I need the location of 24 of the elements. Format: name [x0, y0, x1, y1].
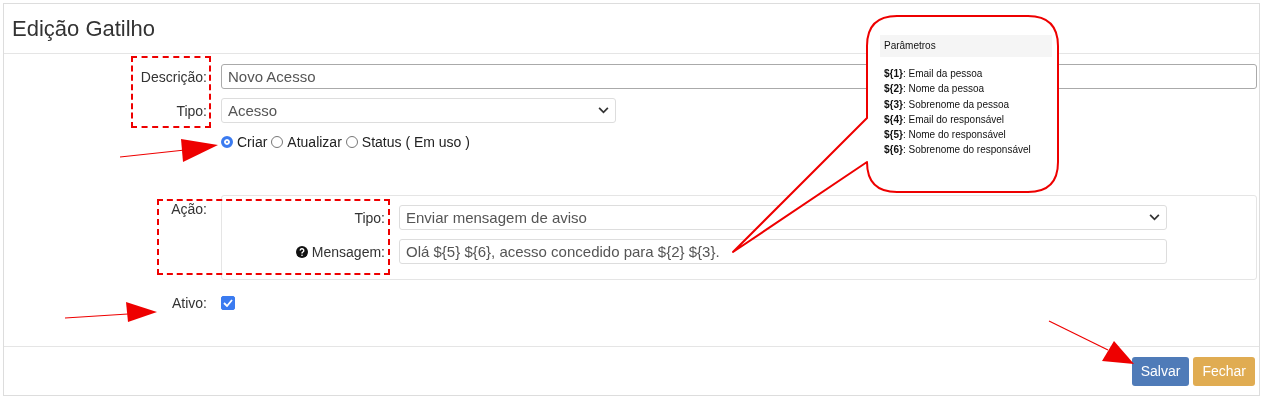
radio-option[interactable]: Status ( Em uso ) — [345, 134, 470, 150]
radio-option[interactable]: Atualizar — [271, 134, 342, 150]
parameter-text: ${3}: Sobrenome da pessoa — [883, 97, 1011, 112]
parameter-text: ${1}: Email da pessoa — [883, 67, 984, 81]
parameter-text: ${5}: Nome do responsável — [883, 128, 1007, 143]
save-button[interactable]: Salvar — [1131, 356, 1190, 386]
help-icon[interactable] — [295, 245, 308, 258]
parameter-text: ${6}: Sobrenome do responsável — [883, 143, 1032, 158]
callout-title: Parâmetros — [880, 35, 1052, 57]
chevron-icon — [1149, 214, 1160, 221]
field-label: Tipo: — [175, 102, 207, 119]
field-label: Tipo: — [353, 209, 385, 226]
radio-option[interactable]: Criar — [221, 134, 268, 150]
chevron-icon — [598, 107, 609, 114]
field-label: Ação: — [170, 200, 207, 217]
active-checkbox[interactable] — [221, 296, 235, 310]
field-label: Ativo: — [171, 295, 207, 311]
field-label: Mensagem: — [311, 243, 385, 260]
type-select[interactable]: Acesso — [221, 98, 616, 123]
window-title: Edição Gatilho — [12, 15, 156, 42]
message-field[interactable]: Olá ${5} ${6}, acesso concedido para ${2} ${3}. — [399, 239, 1167, 264]
field-label: Descrição: — [139, 68, 207, 85]
action-type-select[interactable]: Enviar mensagem de aviso — [399, 205, 1167, 230]
parameter-text: ${4}: Email do responsável — [883, 112, 1006, 127]
